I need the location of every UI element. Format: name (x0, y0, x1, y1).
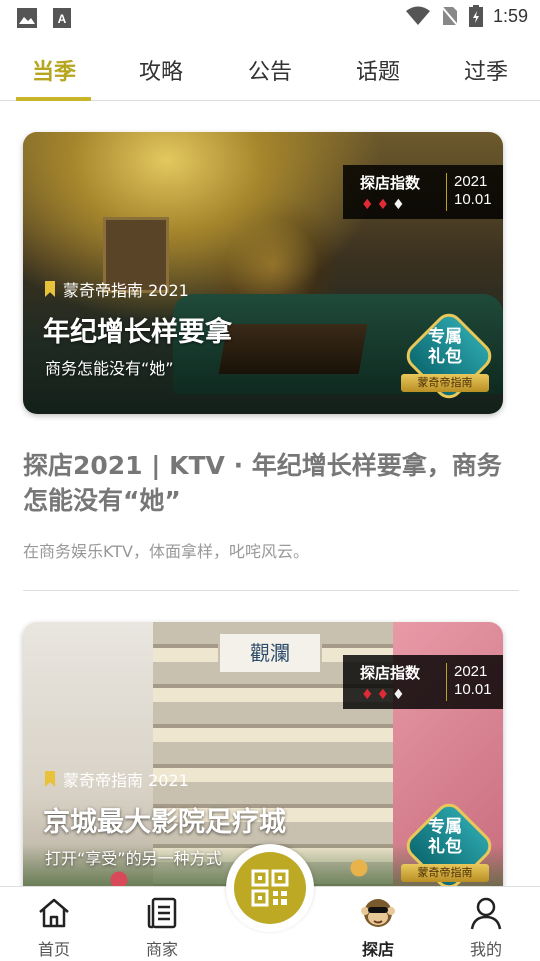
diamond-icon: ♦ (376, 197, 393, 213)
diamond-icon: ♦ (376, 687, 393, 703)
bookmark-icon (45, 281, 55, 297)
tab-active-indicator (16, 97, 91, 101)
badge-date: 10.01 (454, 681, 492, 698)
shop-index-badge: 探店指数 ♦♦♦ 2021 10.01 (343, 165, 503, 219)
gift-line2: 礼包 (428, 347, 462, 367)
badge-year: 2021 (454, 173, 488, 190)
gift-line1: 专属 (428, 817, 462, 837)
status-bar: A 1:59 (0, 0, 540, 36)
badge-divider (446, 173, 447, 211)
diamond-rating: ♦♦♦ (361, 687, 408, 703)
gift-line1: 专属 (428, 327, 462, 347)
diamond-icon: ♦ (392, 687, 408, 703)
battery-icon (468, 5, 483, 27)
article-card-ktv[interactable]: 探店指数 ♦♦♦ 2021 10.01 蒙奇帝指南 2021 年纪增长样要拿 商… (23, 132, 503, 414)
shop-index-badge: 探店指数 ♦♦♦ 2021 10.01 (343, 655, 503, 709)
card-title: 京城最大影院足疗城 (43, 807, 286, 838)
image-notification-icon (17, 8, 37, 28)
shop-index-label: 探店指数 (360, 174, 421, 192)
shop-index-label: 探店指数 (360, 664, 421, 682)
diamond-rating: ♦♦♦ (361, 197, 408, 213)
monkey-mascot-icon (361, 899, 395, 927)
building-sign: 觀瀾 (218, 632, 322, 674)
article-description: 在商务娱乐KTV，体面拿样，叱咤风云。 (23, 542, 309, 561)
gift-badge-text: 专属 礼包 (399, 327, 491, 367)
nav-explore[interactable]: 探店 (338, 887, 418, 961)
nav-merchants[interactable]: 商家 (122, 887, 202, 961)
guide-tag: 蒙奇帝指南 2021 (45, 277, 189, 301)
tab-current-season[interactable]: 当季 (32, 54, 76, 86)
diamond-icon: ♦ (392, 197, 408, 213)
gift-badge-text: 专属 礼包 (399, 817, 491, 857)
badge-divider (446, 663, 447, 701)
gift-ribbon: 蒙奇帝指南 (401, 864, 489, 882)
tab-past-season[interactable]: 过季 (464, 54, 508, 86)
diamond-icon: ♦ (361, 197, 377, 213)
table-shape (218, 324, 368, 374)
gift-line2: 礼包 (428, 837, 462, 857)
svg-text:A: A (58, 12, 67, 26)
tab-guide[interactable]: 攻略 (139, 54, 183, 86)
nav-profile-label: 我的 (469, 940, 502, 959)
wifi-icon (405, 6, 430, 25)
card-subtitle: 商务怎能没有“她” (45, 359, 174, 378)
status-time: 1:59 (492, 5, 528, 26)
tab-topics[interactable]: 话题 (356, 54, 400, 86)
guide-tag-text: 蒙奇帝指南 2021 (63, 281, 189, 300)
qr-button-inner (234, 852, 306, 924)
nav-profile[interactable]: 我的 (446, 887, 526, 961)
exclusive-gift-badge: 专属 礼包 蒙奇帝指南 (399, 307, 498, 405)
divider (23, 590, 519, 591)
guide-tag: 蒙奇帝指南 2021 (45, 767, 189, 791)
nav-home[interactable]: 首页 (14, 887, 94, 961)
nav-explore-label: 探店 (361, 940, 394, 959)
guide-tag-text: 蒙奇帝指南 2021 (63, 771, 189, 790)
bookmark-icon (45, 771, 55, 787)
home-icon (39, 898, 69, 928)
diamond-icon: ♦ (361, 687, 377, 703)
nav-merchants-label: 商家 (145, 940, 178, 959)
gift-ribbon: 蒙奇帝指南 (401, 374, 489, 392)
qr-code-icon (251, 869, 289, 907)
exclusive-gift-badge: 专属 礼包 蒙奇帝指南 (399, 797, 498, 895)
nav-home-label: 首页 (37, 940, 70, 959)
qr-scan-button[interactable] (226, 844, 314, 932)
font-notification-icon: A (53, 8, 71, 28)
user-icon (470, 897, 502, 930)
badge-date: 10.01 (454, 191, 492, 208)
card-title: 年纪增长样要拿 (43, 317, 232, 348)
document-list-icon (147, 897, 177, 929)
article-title[interactable]: 探店2021 | KTV · 年纪增长样要拿，商务怎能没有“她” (23, 448, 503, 518)
no-sim-icon (441, 6, 459, 27)
card-subtitle: 打开“享受”的另一种方式 (45, 849, 222, 868)
tab-announcement[interactable]: 公告 (248, 54, 292, 86)
category-tabs: 当季 攻略 公告 话题 过季 (0, 40, 540, 101)
badge-year: 2021 (454, 663, 488, 680)
